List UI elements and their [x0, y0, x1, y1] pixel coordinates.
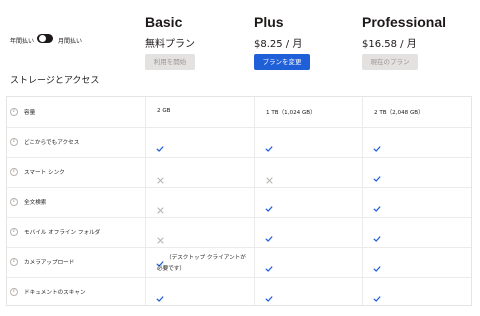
- plan-professional-current-button[interactable]: 現在のプラン: [362, 54, 418, 70]
- check-icon: [156, 253, 164, 267]
- table-row: i スマート シンク: [7, 157, 471, 188]
- feature-comparison-table: i 容量 2 GB 1 TB（1,024 GB） 2 TB（2,048 GB） i どこから…: [6, 96, 472, 306]
- plan-basic-start-button[interactable]: 利用を開始: [145, 54, 195, 70]
- plan-plus-name: Plus: [254, 14, 284, 30]
- feature-label: スマート シンク: [24, 170, 65, 176]
- plan-plus-price: $8.25 / 月: [254, 39, 303, 50]
- feature-label: カメラアップロード: [24, 260, 75, 266]
- info-icon[interactable]: i: [10, 168, 18, 176]
- check-icon: [373, 168, 381, 182]
- feature-label: 全文検索: [24, 200, 47, 206]
- info-icon[interactable]: i: [10, 288, 18, 296]
- plan-basic-name: Basic: [145, 14, 183, 30]
- table-row: i カメラアップロード （デスクトップ クライアントが必要です）: [7, 247, 471, 278]
- cell-value: 2 GB: [157, 108, 171, 114]
- check-icon: [265, 288, 273, 302]
- table-row: i モバイル オフライン フォルダ: [7, 217, 471, 248]
- feature-label: どこからでもアクセス: [24, 140, 80, 146]
- cell-note: （デスクトップ クライアントが: [166, 255, 246, 261]
- annual-billing-label[interactable]: 年間払い: [10, 36, 34, 45]
- cell-note: 必要です）: [157, 266, 185, 272]
- plan-professional-name: Professional: [362, 14, 447, 30]
- cell-value: 1 TB（1,024 GB）: [266, 110, 316, 116]
- feature-label: 容量: [24, 110, 36, 116]
- cross-icon: [266, 169, 273, 184]
- info-icon[interactable]: i: [10, 228, 18, 236]
- info-icon[interactable]: i: [10, 198, 18, 206]
- plan-professional-price: $16.58 / 月: [362, 39, 417, 50]
- table-row: i 容量 2 GB 1 TB（1,024 GB） 2 TB（2,048 GB）: [7, 97, 471, 128]
- info-icon[interactable]: i: [10, 258, 18, 266]
- check-icon: [265, 138, 273, 152]
- table-row: i どこからでもアクセス: [7, 127, 471, 158]
- info-icon[interactable]: i: [10, 108, 18, 116]
- check-icon: [373, 198, 381, 212]
- info-icon[interactable]: i: [10, 138, 18, 146]
- plan-basic-price: 無料プラン: [145, 39, 195, 50]
- check-icon: [156, 288, 164, 302]
- check-icon: [373, 138, 381, 152]
- plan-plus-change-button[interactable]: プランを変更: [254, 54, 310, 70]
- cross-icon: [157, 169, 164, 184]
- billing-toggle-knob: [38, 35, 46, 42]
- feature-label: モバイル オフライン フォルダ: [24, 230, 101, 236]
- cross-icon: [157, 229, 164, 244]
- cross-icon: [157, 199, 164, 214]
- feature-label: ドキュメントのスキャン: [24, 290, 86, 296]
- check-icon: [265, 198, 273, 212]
- table-row: i 全文検索: [7, 187, 471, 218]
- table-row: i ドキュメントのスキャン: [7, 277, 471, 307]
- check-icon: [156, 138, 164, 152]
- check-icon: [265, 258, 273, 272]
- section-title-storage-access: ストレージとアクセス: [10, 76, 100, 86]
- check-icon: [373, 228, 381, 242]
- cell-value: 2 TB（2,048 GB）: [374, 110, 424, 116]
- check-icon: [373, 288, 381, 302]
- monthly-billing-label[interactable]: 月間払い: [58, 36, 82, 45]
- billing-toggle[interactable]: [37, 34, 53, 43]
- check-icon: [265, 228, 273, 242]
- check-icon: [373, 258, 381, 272]
